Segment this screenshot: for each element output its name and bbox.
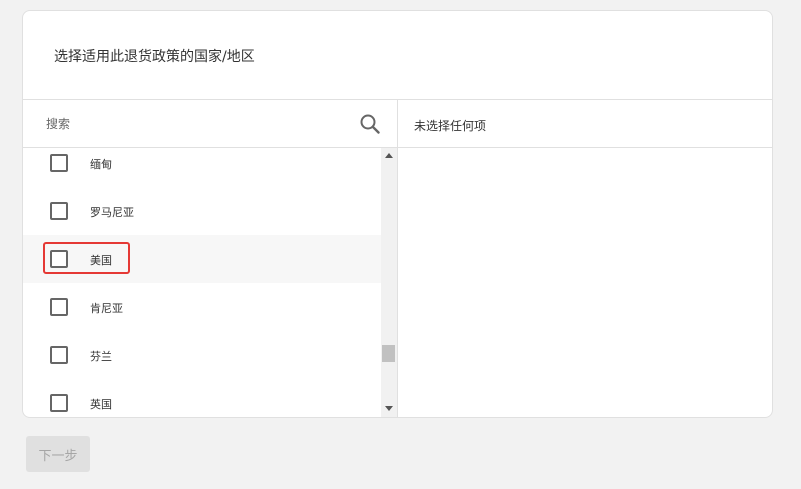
list-item-united-states[interactable]: 美国 bbox=[23, 235, 381, 283]
selected-items-pane: 未选择任何项 bbox=[398, 100, 772, 417]
item-label: 缅甸 bbox=[90, 158, 112, 171]
country-selection-card: 选择适用此退货政策的国家/地区 缅甸 罗马尼亚 bbox=[22, 10, 773, 418]
scroll-down-arrow-icon[interactable] bbox=[385, 406, 393, 411]
list-item-united-kingdom[interactable]: 英国 bbox=[23, 379, 381, 417]
item-label: 芬兰 bbox=[90, 350, 112, 363]
card-title: 选择适用此退货政策的国家/地区 bbox=[54, 49, 255, 65]
item-label: 美国 bbox=[90, 254, 112, 267]
checkbox[interactable] bbox=[50, 154, 68, 172]
list-item-myanmar[interactable]: 缅甸 bbox=[23, 148, 381, 187]
scroll-up-arrow-icon[interactable] bbox=[385, 153, 393, 158]
checkbox[interactable] bbox=[50, 346, 68, 364]
scrollbar-thumb[interactable] bbox=[382, 345, 395, 362]
country-list-pane: 缅甸 罗马尼亚 美国 肯尼亚 芬兰 bbox=[23, 100, 398, 417]
checkbox[interactable] bbox=[50, 394, 68, 412]
next-step-button[interactable]: 下一步 bbox=[26, 436, 90, 472]
item-label: 罗马尼亚 bbox=[90, 206, 134, 219]
list-item-kenya[interactable]: 肯尼亚 bbox=[23, 283, 381, 331]
search-input[interactable] bbox=[46, 113, 346, 135]
checkbox[interactable] bbox=[50, 202, 68, 220]
list-item-romania[interactable]: 罗马尼亚 bbox=[23, 187, 381, 235]
item-label: 肯尼亚 bbox=[90, 302, 123, 315]
checkbox[interactable] bbox=[50, 298, 68, 316]
checkbox[interactable] bbox=[50, 250, 68, 268]
search-bar bbox=[23, 100, 397, 148]
item-label: 英国 bbox=[90, 398, 112, 411]
card-header: 选择适用此退货政策的国家/地区 bbox=[23, 11, 772, 100]
list-scrollbar[interactable] bbox=[381, 148, 397, 417]
selected-items-header: 未选择任何项 bbox=[398, 100, 772, 148]
list-item-finland[interactable]: 芬兰 bbox=[23, 331, 381, 379]
selected-items-status: 未选择任何项 bbox=[414, 119, 487, 133]
country-list: 缅甸 罗马尼亚 美国 肯尼亚 芬兰 英国 bbox=[23, 148, 381, 417]
search-icon[interactable] bbox=[359, 113, 381, 135]
